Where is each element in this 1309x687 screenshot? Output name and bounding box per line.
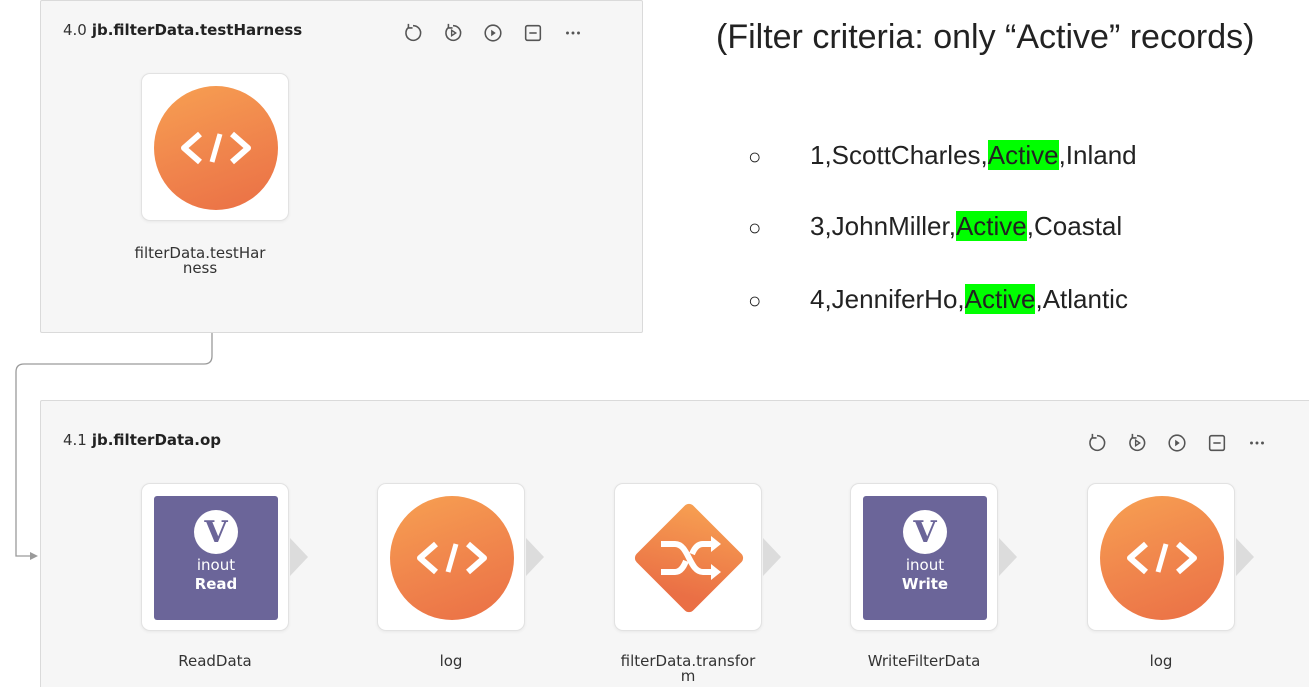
record-line: ○ 4,JenniferHo,Active,Atlantic: [748, 284, 1128, 315]
more-icon[interactable]: [561, 21, 585, 45]
pipeline-number: 4.1: [63, 431, 87, 449]
pipeline-number: 4.0: [63, 21, 87, 39]
record-prefix: 1,ScottCharles,: [810, 140, 988, 170]
retry-icon[interactable]: [401, 21, 425, 45]
play-icon[interactable]: [481, 21, 505, 45]
snap-badge: inout Read: [195, 556, 238, 594]
retry-icon[interactable]: [1085, 431, 1109, 455]
snap-label: log: [439, 652, 463, 670]
snap-output-arrow[interactable]: [999, 538, 1017, 576]
filter-criteria-note: (Filter criteria: only “Active” records): [716, 18, 1255, 56]
record-status-highlight: Active: [987, 140, 1059, 170]
pipeline-name[interactable]: jb.filterData.testHarness: [92, 21, 302, 39]
snap-filterdata-transform[interactable]: [614, 483, 762, 631]
snap-log-2[interactable]: [1087, 483, 1235, 631]
circle-bullet-icon: ○: [748, 215, 762, 240]
snap-badge-top: inout: [196, 556, 236, 574]
snap-label: WriteFilterData: [867, 652, 981, 670]
snap-output-arrow[interactable]: [763, 538, 781, 576]
circle-bullet-icon: ○: [748, 144, 762, 169]
circle-bullet-icon: ○: [748, 288, 762, 313]
record-suffix: ,Inland: [1058, 140, 1137, 170]
code-icon: [1100, 496, 1224, 620]
code-icon: [154, 86, 278, 210]
retry-from-icon[interactable]: [1125, 431, 1149, 455]
pipeline-panel-test-harness: 4.0 jb.filterData.testHarness filterData.…: [40, 0, 643, 333]
variable-write-icon: V inout Write: [863, 496, 987, 620]
record-line: ○ 1,ScottCharles,Active,Inland: [748, 140, 1137, 171]
record-prefix: 3,JohnMiller,: [810, 211, 956, 241]
snap-label: filterData.transform: [620, 652, 756, 685]
collapse-icon[interactable]: [521, 21, 545, 45]
snap-output-arrow[interactable]: [1236, 538, 1254, 576]
variable-glyph: V: [194, 510, 238, 554]
more-icon[interactable]: [1245, 431, 1269, 455]
record-status-highlight: Active: [964, 284, 1036, 314]
record-suffix: ,Atlantic: [1035, 284, 1128, 314]
play-icon[interactable]: [1165, 431, 1189, 455]
code-icon: [390, 496, 514, 620]
pipeline-toolbar: [1085, 431, 1269, 455]
snap-output-arrow[interactable]: [290, 538, 308, 576]
panel-title: 4.1 jb.filterData.op: [63, 431, 221, 449]
snap-label: log: [1149, 652, 1173, 670]
snap-label: filterData.testHarness: [134, 244, 266, 277]
retry-from-icon[interactable]: [441, 21, 465, 45]
collapse-icon[interactable]: [1205, 431, 1229, 455]
record-line: ○ 3,JohnMiller,Active,Coastal: [748, 211, 1122, 242]
snap-log-1[interactable]: [377, 483, 525, 631]
snap-badge-bottom: Write: [901, 575, 949, 593]
snap-output-arrow[interactable]: [526, 538, 544, 576]
record-status-highlight: Active: [955, 211, 1027, 241]
snap-badge: inout Write: [902, 556, 948, 594]
snap-filterdata-testharness[interactable]: [141, 73, 289, 221]
record-suffix: ,Coastal: [1026, 211, 1123, 241]
shuffle-icon: [627, 496, 751, 620]
variable-read-icon: V inout Read: [154, 496, 278, 620]
panel-title: 4.0 jb.filterData.testHarness: [63, 21, 302, 39]
pipeline-name[interactable]: jb.filterData.op: [92, 431, 221, 449]
snap-badge-bottom: Read: [194, 575, 238, 593]
variable-glyph: V: [903, 510, 947, 554]
snap-writefilterdata[interactable]: V inout Write: [850, 483, 998, 631]
snap-badge-top: inout: [905, 556, 945, 574]
pipeline-toolbar: [401, 21, 585, 45]
record-prefix: 4,JenniferHo,: [810, 284, 965, 314]
snap-label: ReadData: [178, 652, 252, 670]
snap-readdata[interactable]: V inout Read: [141, 483, 289, 631]
pipeline-panel-op: 4.1 jb.filterData.op V inout Read ReadDat…: [40, 400, 1309, 687]
